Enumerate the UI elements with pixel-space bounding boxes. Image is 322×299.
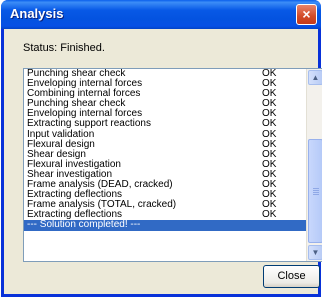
task-result: OK [262,118,277,130]
vertical-scrollbar[interactable]: ▲ ▼ [306,69,322,261]
scroll-down-icon[interactable]: ▼ [308,245,322,260]
scroll-up-icon[interactable]: ▲ [308,70,322,85]
close-button[interactable]: Close [263,265,320,288]
scroll-thumb[interactable] [308,139,322,243]
list-item-selected[interactable]: --- Solution completed! --- [24,220,308,231]
window-title: Analysis [10,6,64,21]
results-rows: Punching shear check OK Enveloping interna… [24,69,308,231]
status-text: Status: Finished. [23,42,105,54]
title-bar[interactable]: Analysis × [1,0,321,29]
analysis-dialog: Analysis × Status: Finished. Punching sh… [1,0,322,297]
results-list[interactable]: Punching shear check OK Enveloping interna… [23,68,322,262]
task-result: OK [262,209,277,221]
close-icon[interactable]: × [296,4,317,25]
